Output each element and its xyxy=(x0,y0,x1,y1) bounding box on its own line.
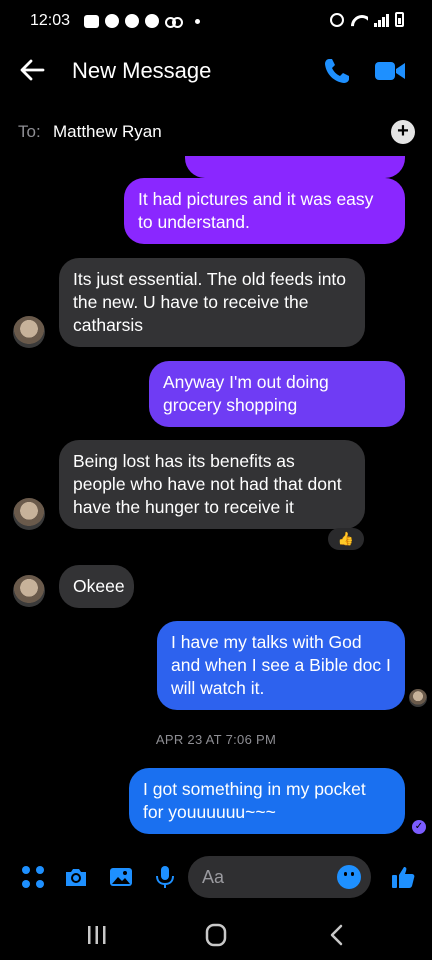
to-label: To: xyxy=(18,122,41,141)
system-navigation-bar xyxy=(0,910,432,960)
wifi-icon xyxy=(350,13,368,27)
received-message[interactable]: Okeee xyxy=(59,565,134,608)
conversation-header: New Message xyxy=(0,44,432,100)
chat-notification-icon xyxy=(84,14,99,28)
home-icon[interactable] xyxy=(201,922,231,948)
contact-avatar xyxy=(13,575,45,607)
page-title: New Message xyxy=(72,58,212,83)
back-arrow-icon[interactable] xyxy=(18,56,46,84)
contact-avatar xyxy=(13,498,45,530)
alarm-icon xyxy=(330,13,344,27)
recipient-name[interactable]: Matthew Ryan xyxy=(53,122,162,142)
delivered-check-icon: ✓ xyxy=(412,820,426,834)
recent-apps-icon[interactable] xyxy=(82,922,112,948)
notification-icons xyxy=(84,14,200,28)
sent-message[interactable]: I got something in my pocket for youuuuu… xyxy=(129,768,405,834)
message-input[interactable]: Aa xyxy=(188,856,371,898)
more-notifications-icon xyxy=(195,18,200,24)
previous-message-bubble[interactable] xyxy=(185,156,405,178)
phone-icon[interactable] xyxy=(322,56,352,86)
system-icons xyxy=(330,12,404,27)
camera-icon[interactable] xyxy=(63,864,89,890)
messenger-icon xyxy=(105,14,119,28)
recipient-row: To: Matthew Ryan + xyxy=(0,112,432,152)
received-message[interactable]: Its just essential. The old feeds into t… xyxy=(59,258,365,347)
status-time: 12:03 xyxy=(30,12,71,29)
back-nav-icon[interactable] xyxy=(322,922,352,948)
facebook-icon xyxy=(145,14,159,28)
emoji-icon[interactable] xyxy=(337,865,361,889)
message-composer: Aa xyxy=(0,852,432,902)
reaction-thumbs-up[interactable]: 👍 xyxy=(328,528,364,550)
contact-avatar xyxy=(13,316,45,348)
thumbs-up-icon[interactable] xyxy=(390,864,416,890)
signal-icon xyxy=(374,13,389,27)
message-input-placeholder: Aa xyxy=(202,867,225,887)
messenger-icon xyxy=(125,14,139,28)
status-bar: 12:03 xyxy=(0,0,432,44)
battery-icon xyxy=(395,12,404,27)
microphone-icon[interactable] xyxy=(152,864,178,890)
video-call-icon[interactable] xyxy=(374,58,406,84)
gallery-icon[interactable] xyxy=(108,864,134,890)
sent-message[interactable]: Anyway I'm out doing grocery shopping xyxy=(149,361,405,427)
voicemail-icon xyxy=(165,15,183,28)
sent-message[interactable]: I have my talks with God and when I see … xyxy=(157,621,405,710)
received-message[interactable]: Being lost has its benefits as people wh… xyxy=(59,440,365,529)
date-separator: APR 23 AT 7:06 PM xyxy=(155,732,277,747)
read-receipt-avatar xyxy=(409,689,427,707)
more-apps-icon[interactable] xyxy=(20,864,46,890)
sent-message[interactable]: It had pictures and it was easy to under… xyxy=(124,178,405,244)
add-recipient-button[interactable]: + xyxy=(391,120,415,144)
